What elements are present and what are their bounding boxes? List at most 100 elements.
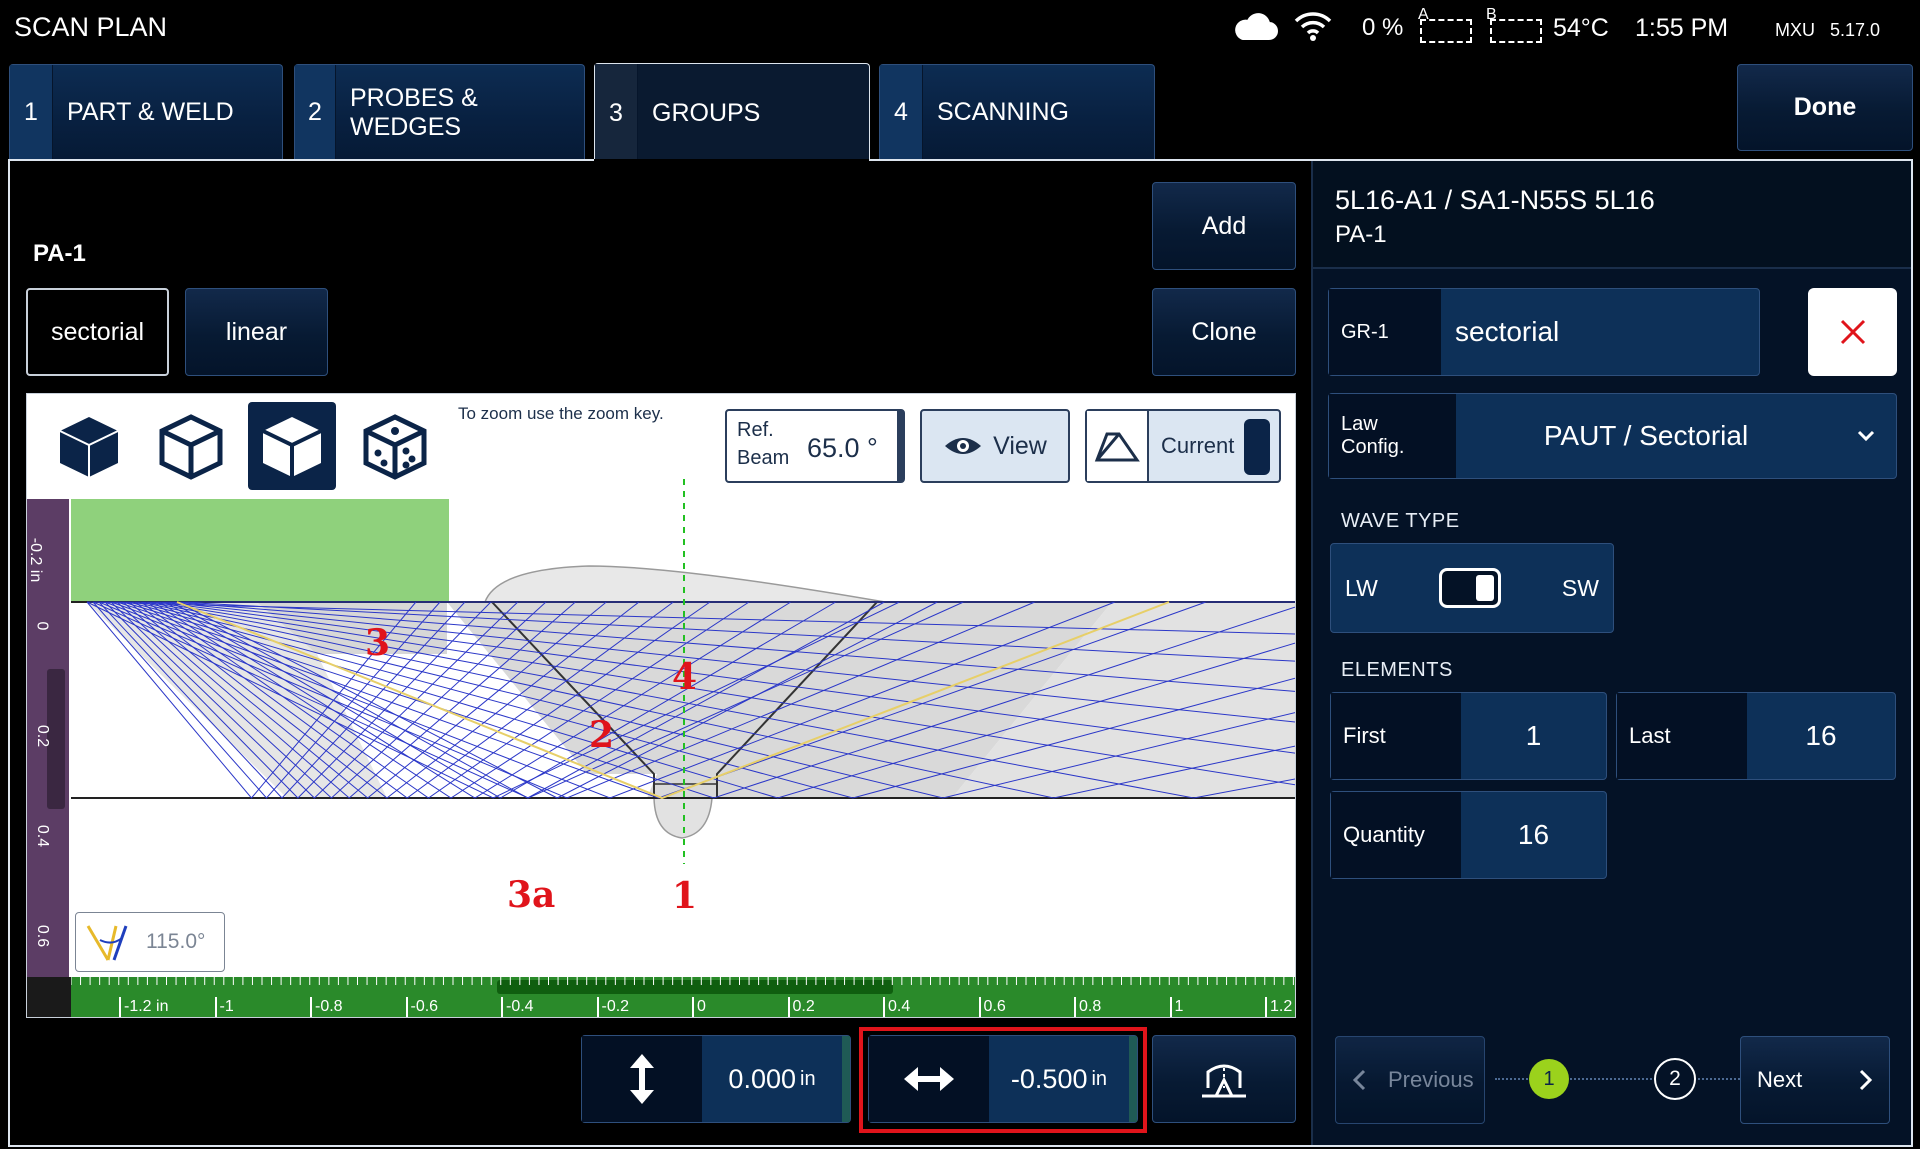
clone-button[interactable]: Clone xyxy=(1152,288,1296,376)
last-value: 16 xyxy=(1805,720,1837,751)
probe-position-button[interactable] xyxy=(1152,1035,1296,1123)
cloud-icon xyxy=(1233,13,1279,48)
chevron-down-icon xyxy=(1836,394,1896,478)
previous-label: Previous xyxy=(1388,1067,1474,1092)
horizontal-offset-unit: in xyxy=(1091,1067,1108,1090)
law-config-select[interactable]: Law Config. PAUT / Sectorial xyxy=(1328,393,1897,479)
field-edge xyxy=(1129,1036,1137,1122)
ruler-x-label: -1 xyxy=(214,997,234,1017)
scan-view[interactable]: To zoom use the zoom key. Ref. Beam 65.0… xyxy=(26,393,1296,1018)
group-type-field[interactable]: GR-1 sectorial xyxy=(1328,288,1760,376)
tab-label: SCANNING xyxy=(937,98,1069,126)
step-1[interactable]: 1 xyxy=(1529,1059,1569,1099)
slot-a-icon xyxy=(1420,19,1472,43)
elements-title: ELEMENTS xyxy=(1341,659,1453,681)
vertical-ruler: -0.2 in 0 0.2 0.4 0.6 xyxy=(27,499,69,977)
tab-label: PROBES & WEDGES xyxy=(349,83,478,141)
wave-lw-label: LW xyxy=(1345,574,1378,601)
next-label: Next xyxy=(1757,1067,1803,1092)
angle-value: 115.0° xyxy=(146,930,206,953)
quantity-field[interactable]: Quantity 16 xyxy=(1330,791,1607,879)
tab-scanning[interactable]: 4 SCANNING xyxy=(879,64,1155,160)
annotation-4: 4 xyxy=(672,656,698,698)
horizontal-ruler: -1.2 in -1 -0.8 -0.6 -0.4 -0.2 0 0.2 0.4 0.6 0.8 1 1… xyxy=(27,977,1295,1017)
ruler-x-label: 0.2 xyxy=(787,997,815,1017)
ruler-y-label: 0.4 xyxy=(34,824,52,848)
probe-position-icon xyxy=(1202,1064,1246,1098)
temperature: 54°C xyxy=(1553,14,1609,42)
group-name: PA-1 xyxy=(33,240,86,267)
ruler-y-label: 0 xyxy=(33,621,51,631)
wedge-area xyxy=(71,499,449,602)
delete-group-button[interactable] xyxy=(1808,288,1897,376)
wave-switch-knob xyxy=(1475,575,1494,601)
weld-cap xyxy=(483,565,886,603)
tab-label: GROUPS xyxy=(652,98,761,127)
linear-toggle[interactable]: linear xyxy=(185,288,328,376)
ruler-ticks xyxy=(71,977,1294,985)
ruler-x-label: -0.2 xyxy=(596,997,629,1017)
app-title: SCAN PLAN xyxy=(14,12,168,42)
first-value: 1 xyxy=(1525,720,1542,751)
last-label: Last xyxy=(1617,693,1747,779)
probe-header: 5L16-A1 / SA1-N55S 5L16 PA-1 xyxy=(1313,161,1911,269)
ruler-x-label: 0.6 xyxy=(978,997,1006,1017)
tab-number: 3 xyxy=(595,64,638,162)
tab-groups[interactable]: 3 GROUPS xyxy=(594,63,870,162)
first-element-field[interactable]: First 1 xyxy=(1330,692,1607,780)
horizontal-arrows-icon xyxy=(869,1036,989,1122)
vertical-offset-unit: in xyxy=(800,1067,816,1090)
law-config-label-2: Config. xyxy=(1341,436,1405,458)
step-2[interactable]: 2 xyxy=(1654,1058,1696,1100)
annotation-3a: 3a xyxy=(507,874,556,916)
last-element-field[interactable]: Last 16 xyxy=(1616,692,1896,780)
annotation-2: 2 xyxy=(589,714,615,756)
horizontal-offset-value: -0.500 xyxy=(1010,1063,1088,1094)
probe-name: 5L16-A1 / SA1-N55S 5L16 xyxy=(1335,185,1655,215)
vertical-arrows-icon xyxy=(582,1036,702,1122)
ruler-x-label: -1.2 in xyxy=(119,997,168,1017)
tab-part-weld[interactable]: 1 PART & WELD xyxy=(9,64,283,160)
chevron-left-icon xyxy=(1352,1069,1366,1091)
horizontal-offset-field[interactable]: -0.500 in xyxy=(868,1035,1138,1123)
previous-button[interactable]: Previous xyxy=(1335,1036,1485,1124)
ruler-y-label: -0.2 in xyxy=(27,537,45,583)
group-type-value: sectorial xyxy=(1455,316,1560,347)
sectorial-toggle[interactable]: sectorial xyxy=(26,288,169,376)
first-label: First xyxy=(1331,693,1461,779)
beam-angle-icon xyxy=(86,925,128,961)
done-button[interactable]: Done xyxy=(1737,64,1913,151)
wave-type-toggle[interactable]: LW SW xyxy=(1330,543,1614,633)
wave-switch[interactable] xyxy=(1438,568,1501,608)
device-name: MXU xyxy=(1775,20,1815,40)
ruler-x-label: 1 xyxy=(1169,997,1183,1017)
frame-top-left xyxy=(8,159,594,161)
next-button[interactable]: Next xyxy=(1740,1036,1890,1124)
ruler-y-label: 0.2 xyxy=(34,724,52,748)
law-config-label: Law Config. xyxy=(1329,394,1456,478)
annotation-3: 3 xyxy=(365,622,391,664)
law-config-value: PAUT / Sectorial xyxy=(1543,420,1749,451)
probe-group: PA-1 xyxy=(1335,221,1387,248)
tab-label: PART & WELD xyxy=(67,98,234,126)
vertical-offset-field[interactable]: 0.000 in xyxy=(581,1035,851,1123)
wave-type-title: WAVE TYPE xyxy=(1341,510,1460,532)
ruler-x-label: 1.2 xyxy=(1265,997,1292,1017)
tab-probes-wedges[interactable]: 2 PROBES & WEDGES xyxy=(294,64,585,160)
ruler-x-label: 0 xyxy=(692,997,706,1017)
chevron-right-icon xyxy=(1859,1069,1873,1091)
tab-number: 2 xyxy=(295,65,336,160)
law-config-label-1: Law xyxy=(1341,413,1378,435)
ruler-x-label: -0.4 xyxy=(501,997,534,1017)
tab-number: 1 xyxy=(10,65,53,160)
close-icon xyxy=(1840,319,1865,345)
add-button[interactable]: Add xyxy=(1152,182,1296,270)
clock: 1:55 PM xyxy=(1635,14,1729,42)
quantity-label: Quantity xyxy=(1331,792,1461,878)
battery-level: 0 % xyxy=(1362,14,1404,41)
version: 5.17.0 xyxy=(1830,20,1881,40)
vertical-offset-value: 0.000 xyxy=(728,1063,796,1094)
slot-b-icon xyxy=(1490,19,1542,43)
field-edge xyxy=(842,1036,850,1122)
annotation-1: 1 xyxy=(672,875,698,917)
